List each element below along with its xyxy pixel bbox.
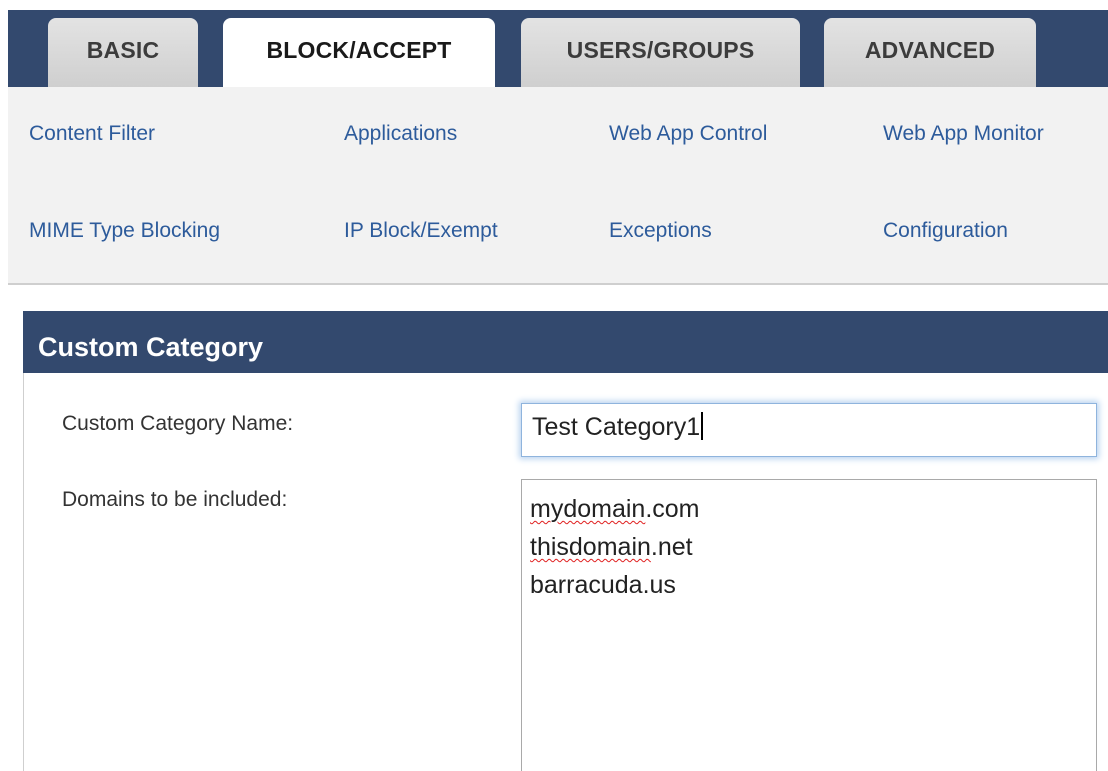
subnav-exceptions[interactable]: Exceptions bbox=[609, 219, 712, 243]
subnav-web-app-control[interactable]: Web App Control bbox=[609, 122, 767, 146]
custom-category-name-input[interactable]: Test Category1 bbox=[521, 403, 1097, 457]
tab-block-accept[interactable]: BLOCK/ACCEPT bbox=[223, 18, 495, 88]
sub-navigation: Content Filter Applications Web App Cont… bbox=[8, 87, 1108, 285]
domain-text: mydomain bbox=[530, 495, 646, 523]
subnav-content-filter[interactable]: Content Filter bbox=[29, 122, 155, 146]
custom-category-name-label: Custom Category Name: bbox=[62, 412, 294, 435]
domain-suffix: .com bbox=[645, 495, 700, 523]
custom-category-name-value: Test Category1 bbox=[532, 413, 701, 441]
top-strip bbox=[0, 0, 1108, 10]
domains-textarea[interactable]: mydomain.com thisdomain.net barracuda.us bbox=[521, 479, 1097, 771]
domain-text: thisdomain bbox=[530, 533, 651, 561]
tab-basic[interactable]: BASIC bbox=[48, 18, 198, 87]
tab-bar: BASIC BLOCK/ACCEPT USERS/GROUPS ADVANCED bbox=[8, 10, 1108, 88]
panel-title: Custom Category bbox=[23, 311, 1108, 373]
text-caret bbox=[701, 412, 704, 440]
subnav-mime-type-blocking[interactable]: MIME Type Blocking bbox=[29, 219, 220, 243]
subnav-ip-block-exempt[interactable]: IP Block/Exempt bbox=[344, 219, 498, 243]
domain-line: mydomain.com bbox=[530, 490, 1096, 528]
subnav-web-app-monitor[interactable]: Web App Monitor bbox=[883, 122, 1044, 146]
domain-suffix: .net bbox=[650, 533, 693, 561]
tab-advanced[interactable]: ADVANCED bbox=[824, 18, 1036, 87]
page: BASIC BLOCK/ACCEPT USERS/GROUPS ADVANCED… bbox=[0, 0, 1108, 771]
domain-line: thisdomain.net bbox=[530, 528, 1096, 566]
subnav-configuration[interactable]: Configuration bbox=[883, 219, 1008, 243]
domains-label: Domains to be included: bbox=[62, 488, 288, 511]
tab-users-groups[interactable]: USERS/GROUPS bbox=[521, 18, 800, 87]
domain-line: barracuda.us bbox=[530, 566, 1096, 604]
subnav-applications[interactable]: Applications bbox=[344, 122, 457, 146]
domain-text: barracuda.us bbox=[530, 571, 676, 599]
